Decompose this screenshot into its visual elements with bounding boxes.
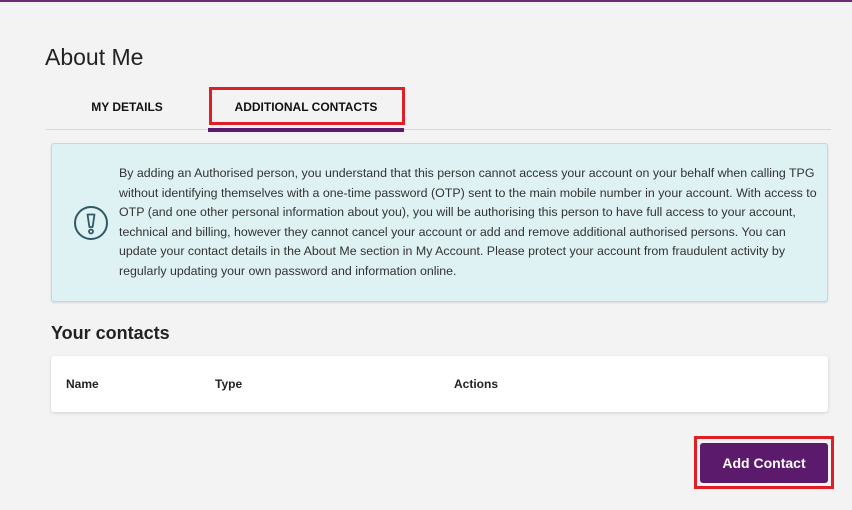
column-header-actions: Actions <box>454 377 499 391</box>
your-contacts-heading: Your contacts <box>51 323 170 343</box>
active-tab-indicator <box>208 128 404 132</box>
tab-bar: MY DETAILS ADDITIONAL CONTACTS <box>46 84 831 132</box>
authorised-person-notice: By adding an Authorised person, you unde… <box>51 143 828 302</box>
top-accent-bar <box>0 0 852 2</box>
page-title: About Me <box>45 44 144 70</box>
tab-my-details[interactable]: MY DETAILS <box>46 84 208 130</box>
highlight-box-tab <box>209 87 405 125</box>
contacts-table: Name Type Actions <box>51 356 828 412</box>
exclamation-circle-icon <box>74 206 108 240</box>
column-header-type: Type <box>215 377 243 391</box>
notice-text: By adding an Authorised person, you unde… <box>119 166 817 278</box>
highlight-box-add-contact <box>694 436 834 489</box>
column-header-name: Name <box>66 377 99 391</box>
